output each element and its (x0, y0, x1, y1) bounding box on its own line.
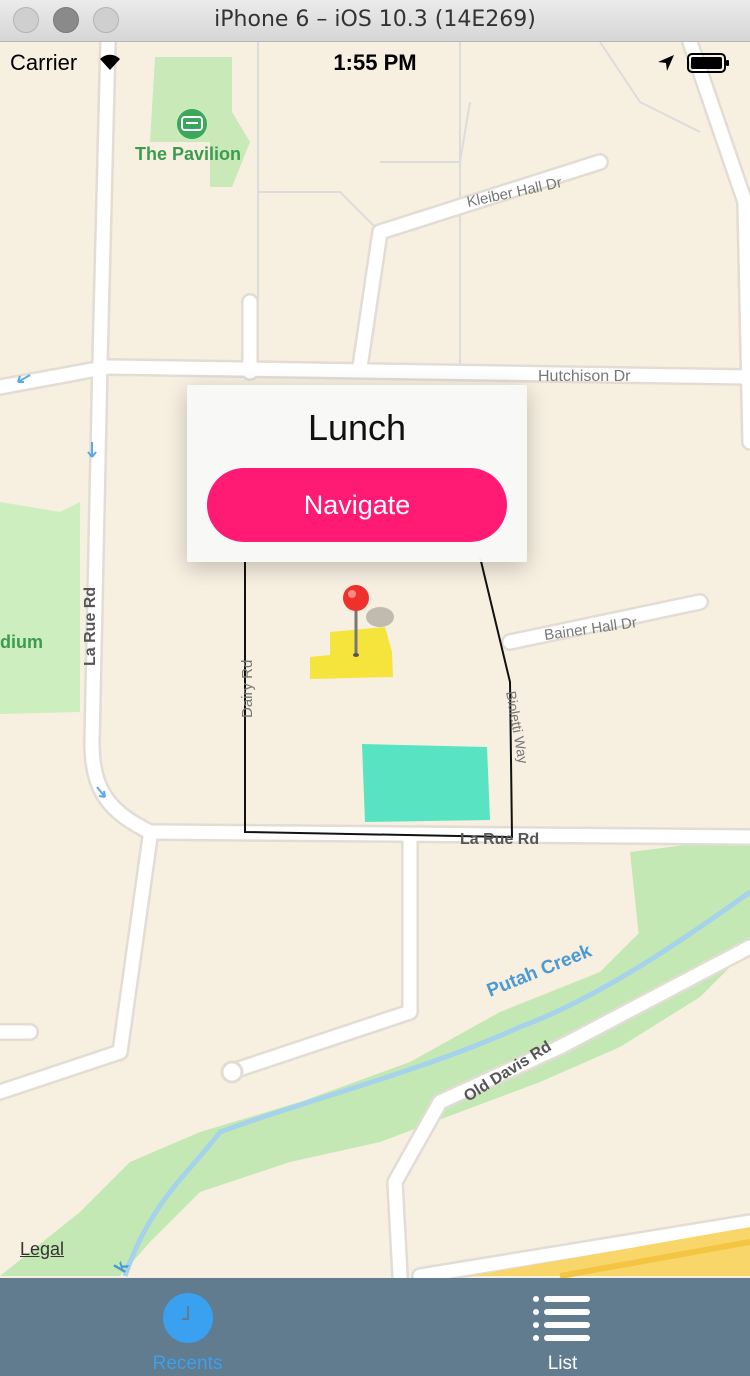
location-arrow-icon (658, 55, 674, 71)
status-time: 1:55 PM (333, 50, 417, 75)
map-label-hutchison: Hutchison Dr (538, 368, 631, 385)
map-label-pavilion: The Pavilion (135, 144, 241, 164)
callout-title: Lunch (307, 407, 407, 448)
window-title: iPhone 6 – iOS 10.3 (14E269) (214, 7, 536, 32)
list-icon (532, 1296, 590, 1341)
annotation-callout: Lunch Navigate (187, 385, 527, 562)
map-label-stadium: dium (0, 632, 43, 652)
legal-link[interactable]: Legal (20, 1239, 64, 1260)
tab-recents[interactable]: Recents (0, 1278, 375, 1376)
map-label-la-rue-horizontal: La Rue Rd (460, 831, 539, 848)
map-label-la-rue-vertical: La Rue Rd (82, 587, 99, 666)
window-title-bar: iPhone 6 – iOS 10.3 (14E269) (0, 0, 750, 42)
clock-icon (162, 1293, 213, 1343)
device-screen: The Pavilion Kleiber Hall Dr Hutchison D… (0, 42, 750, 1376)
tab-bar: Recents List (0, 1278, 750, 1376)
tab-list[interactable]: List (375, 1278, 750, 1376)
status-bar: Carrier 1:55 PM (0, 42, 750, 82)
battery-icon (687, 53, 729, 73)
tab-recents-label: Recents (152, 1353, 223, 1374)
tab-list-label: List (547, 1353, 578, 1374)
navigate-button[interactable]: Navigate (207, 468, 507, 542)
map-label-dairy: Dairy Rd (239, 660, 256, 718)
map-view[interactable]: The Pavilion Kleiber Hall Dr Hutchison D… (0, 42, 750, 1376)
